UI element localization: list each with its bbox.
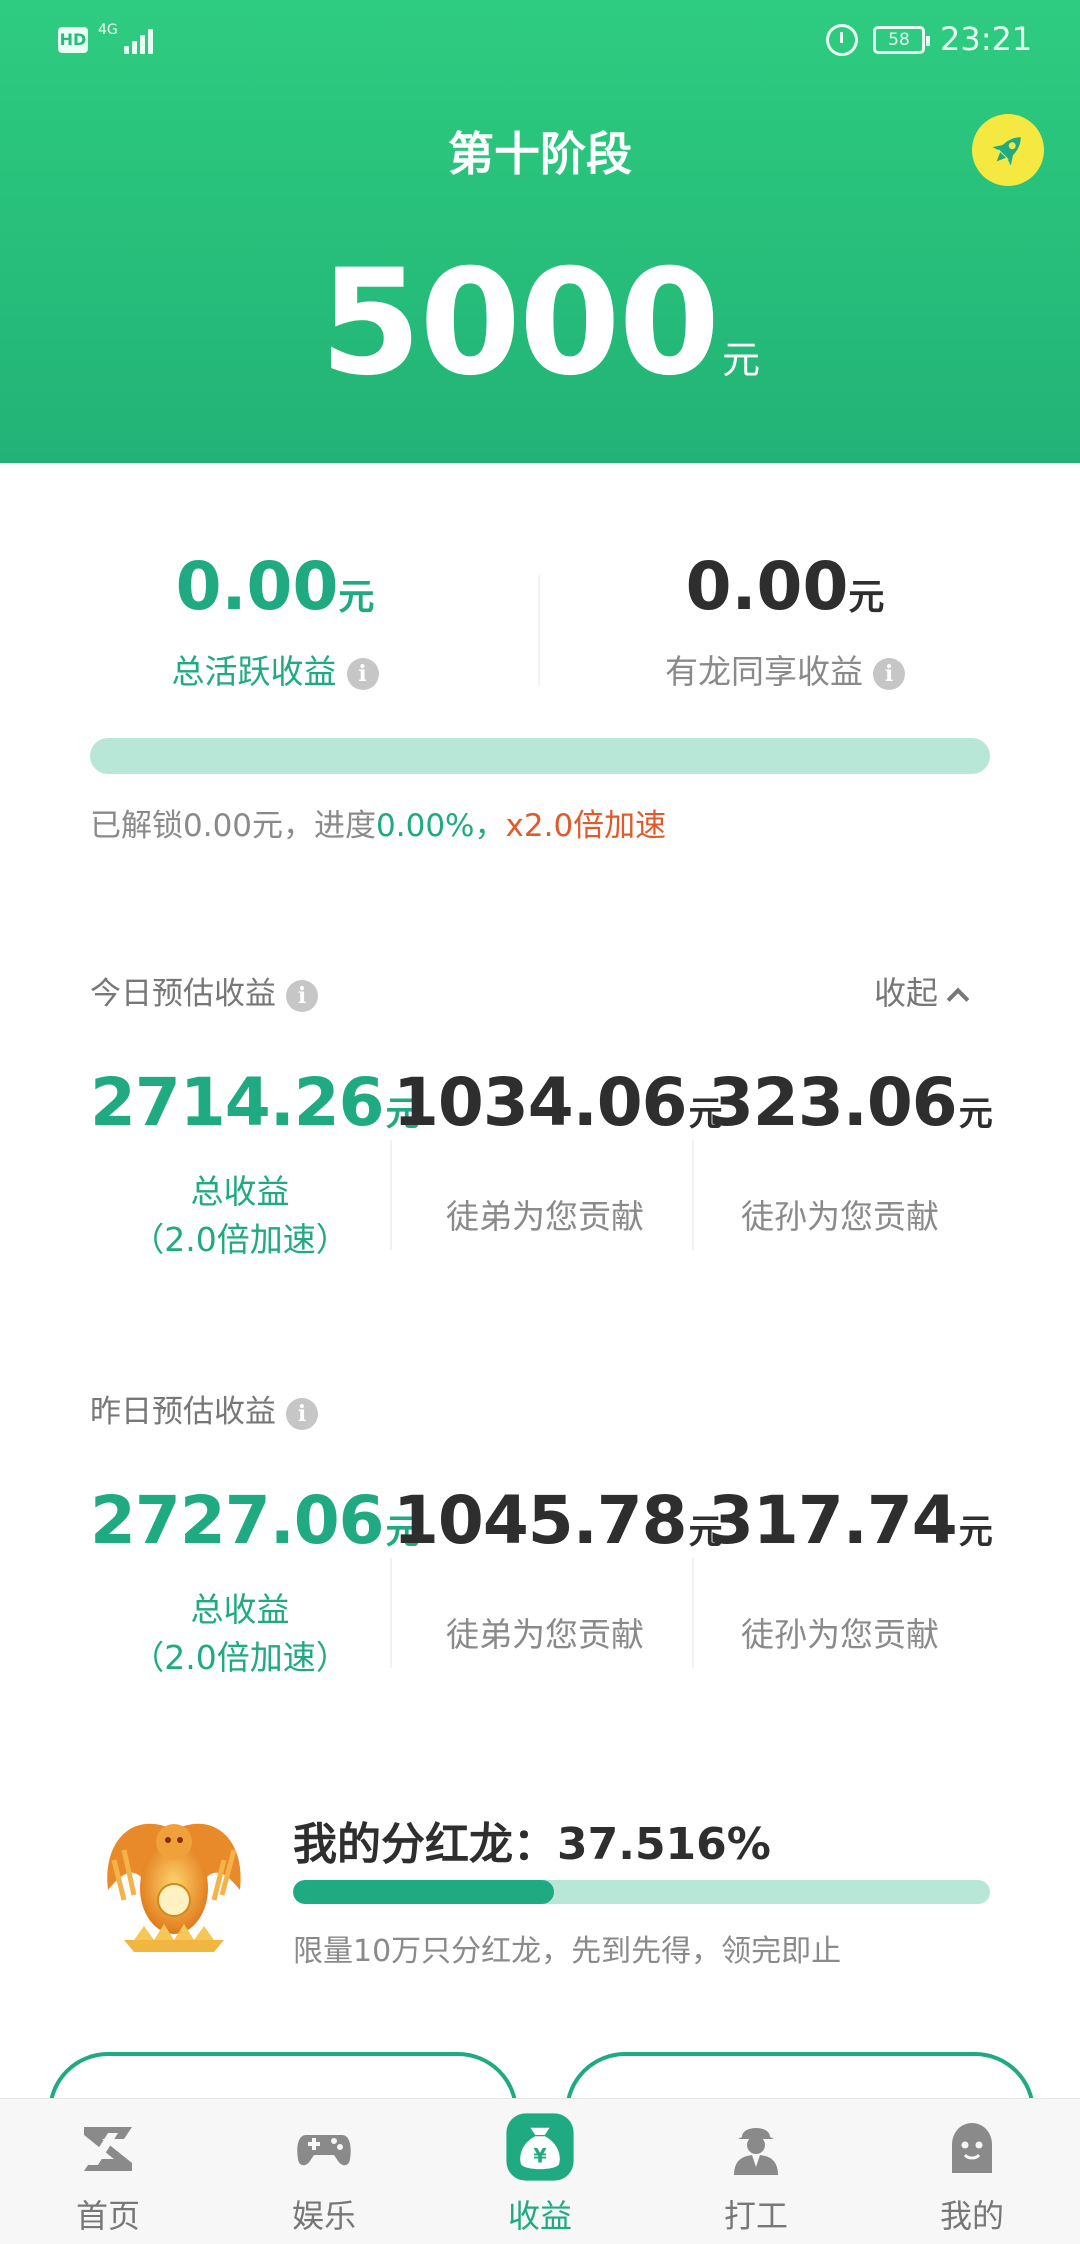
yesterday-grand-value: 317.74元 [708, 1482, 993, 1559]
status-bar: HD 4G 58 23:21 [0, 0, 1080, 80]
active-income: 0.00元 总活跃收益 i [90, 548, 460, 693]
unlock-progress-bar [90, 738, 990, 774]
bottom-tab-bar: 首页 娱乐 ¥ 收益 打工 我的 [0, 2098, 1080, 2244]
today-total-label: 总收益 （2.0倍加速） [131, 1172, 349, 1259]
today-apprentice-value: 1034.06元 [393, 1064, 723, 1141]
tab-earnings[interactable]: ¥ 收益 [432, 2099, 648, 2244]
collapse-button[interactable]: 收起 [874, 968, 970, 1014]
tab-earnings-label: 收益 [507, 2197, 572, 2235]
yesterday-total-label: 总收益 （2.0倍加速） [131, 1590, 349, 1677]
divider [390, 1558, 392, 1668]
shared-income: 0.00元 有龙同享收益 i [600, 548, 970, 693]
active-income-label: 总活跃收益 i [90, 645, 460, 693]
stage-amount: 5000 元 [0, 248, 1080, 398]
yesterday-total-value: 2727.06元 [90, 1482, 420, 1559]
clock: 23:21 [940, 20, 1033, 58]
today-grand-label: 徒孙为您贡献 [741, 1197, 939, 1236]
rocket-icon [992, 137, 1021, 166]
tab-home-label: 首页 [75, 2197, 140, 2235]
money-bag-icon: ¥ [506, 2113, 574, 2181]
active-income-value: 0.00元 [175, 548, 375, 625]
divider [390, 1140, 392, 1250]
tab-entertainment-label: 娱乐 [291, 2197, 356, 2235]
divider [538, 575, 540, 685]
today-grand-value: 323.06元 [708, 1064, 993, 1141]
today-apprentice-label: 徒弟为您贡献 [446, 1197, 644, 1236]
profile-icon [952, 2123, 992, 2173]
yesterday-apprentice-value: 1045.78元 [393, 1482, 723, 1559]
signal-icon [110, 28, 153, 54]
tab-work[interactable]: 打工 [648, 2099, 864, 2244]
today-total-value: 2714.26元 [90, 1064, 420, 1141]
stage-title: 第十阶段 [448, 127, 632, 181]
tab-entertainment[interactable]: 娱乐 [216, 2099, 432, 2244]
rocket-button[interactable] [972, 114, 1044, 186]
shared-income-value: 0.00元 [685, 548, 885, 625]
worker-icon [734, 2128, 778, 2175]
info-icon[interactable]: i [346, 657, 379, 690]
dragon-note: 限量10万只分红龙，先到先得，领完即止 [293, 1934, 842, 1969]
tab-mine[interactable]: 我的 [864, 2099, 1080, 2244]
tab-mine-label: 我的 [939, 2197, 1004, 2235]
tab-home[interactable]: 首页 [0, 2099, 216, 2244]
svg-text:¥: ¥ [533, 2145, 547, 2168]
info-icon[interactable]: i [286, 1397, 318, 1430]
stage-amount-unit: 元 [722, 338, 761, 382]
battery-icon: 58 [873, 26, 930, 54]
stage-amount-value: 5000 [319, 238, 720, 408]
info-icon[interactable]: i [873, 657, 905, 690]
hd-badge: HD [58, 27, 88, 53]
dragon-progress-fill [293, 1880, 555, 1904]
chevron-up-icon [946, 987, 970, 1011]
dragon-progress-bar [293, 1880, 990, 1904]
yesterday-title: 昨日预估收益 i [90, 1386, 318, 1431]
dragon-image[interactable] [94, 1800, 254, 1960]
tab-work-label: 打工 [723, 2197, 788, 2235]
alarm-icon [826, 24, 858, 56]
unlock-progress-text: 已解锁0.00元，进度0.00%，x2.0倍加速 [90, 808, 667, 844]
home-z-icon [84, 2127, 132, 2171]
yesterday-apprentice-label: 徒弟为您贡献 [446, 1615, 644, 1654]
dragon-title: 我的分红龙：37.516% [293, 1819, 771, 1870]
info-icon[interactable]: i [286, 979, 318, 1012]
gamepad-icon [297, 2135, 351, 2166]
yesterday-grand-label: 徒孙为您贡献 [741, 1615, 939, 1654]
header: HD 4G 58 23:21 第十阶段 5000 元 [0, 0, 1080, 463]
shared-income-label: 有龙同享收益 i [600, 645, 970, 693]
today-title: 今日预估收益 i [90, 968, 318, 1013]
